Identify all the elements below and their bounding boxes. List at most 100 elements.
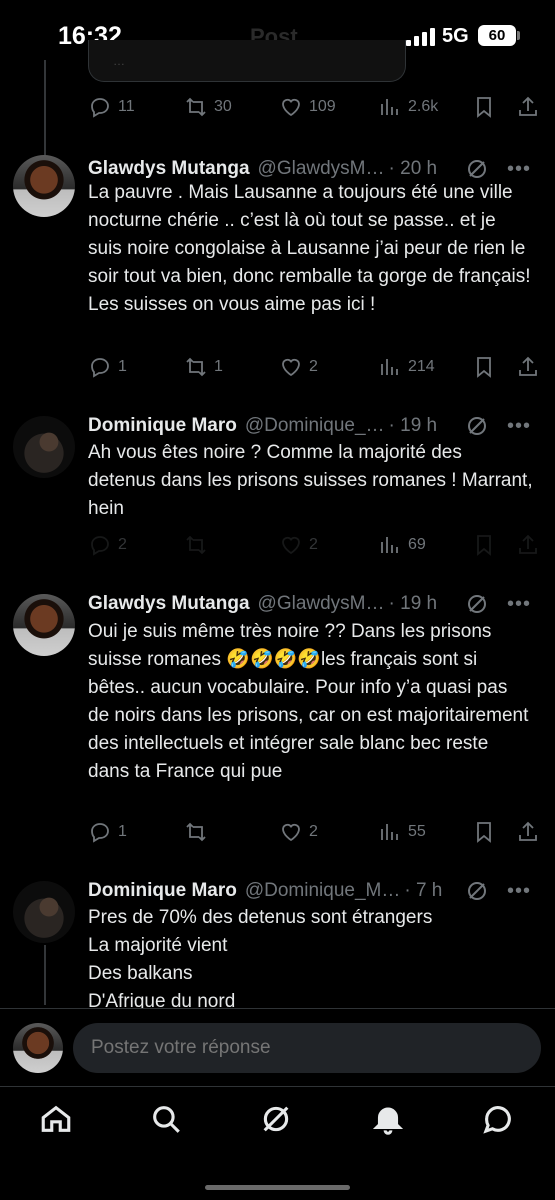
share-button[interactable] [516, 352, 540, 382]
battery-icon: 60 [478, 25, 516, 46]
reply-icon [91, 98, 109, 118]
more-icon[interactable]: ••• [507, 157, 531, 181]
views-icon [381, 824, 398, 840]
author-name[interactable]: Dominique Maro [88, 880, 237, 902]
repost-button[interactable]: 30 [184, 92, 232, 122]
avatar[interactable] [13, 881, 75, 943]
repost-count: 30 [214, 98, 232, 115]
nav-notifications[interactable] [368, 1099, 408, 1139]
share-button[interactable] [516, 817, 540, 847]
repost-button[interactable] [184, 530, 208, 560]
thread-line [44, 945, 46, 1005]
bookmark-button[interactable] [472, 352, 496, 382]
like-count: 2 [309, 536, 318, 553]
repost-icon [186, 357, 206, 377]
reply-button[interactable]: 1 [88, 817, 127, 847]
reply-count: 2 [118, 536, 127, 553]
tweet-actions: 2 2 69 [88, 530, 543, 560]
search-icon [153, 1106, 180, 1133]
reply-bar [0, 1008, 555, 1086]
bookmark-button[interactable] [472, 530, 496, 560]
post-time: · 19 h [388, 593, 438, 614]
nav-home[interactable] [36, 1099, 76, 1139]
heart-icon [282, 823, 300, 842]
tweet-actions: 1 1 2 214 [88, 352, 543, 382]
post-time: · 7 h [404, 880, 443, 901]
like-count: 109 [309, 98, 336, 115]
views-button[interactable]: 69 [378, 530, 426, 560]
author-name[interactable]: Glawdys Mutanga [88, 158, 250, 180]
more-icon[interactable]: ••• [507, 414, 531, 438]
heart-icon [282, 98, 300, 117]
views-icon [381, 359, 398, 375]
nav-messages[interactable] [478, 1099, 518, 1139]
previous-post-actions: 11 30 109 2.6k [88, 92, 543, 122]
views-button[interactable]: 55 [378, 817, 426, 847]
like-button[interactable]: 2 [279, 352, 318, 382]
repost-icon [186, 822, 206, 842]
tweet-header: Glawdys Mutanga @GlawdysM… · 19 h ••• [88, 590, 543, 618]
nav-grok[interactable] [256, 1099, 296, 1139]
heart-icon [282, 358, 300, 377]
like-button[interactable]: 2 [279, 530, 318, 560]
reply-button[interactable]: 1 [88, 352, 127, 382]
signal-icon [406, 28, 436, 46]
like-button[interactable]: 109 [279, 92, 336, 122]
author-name[interactable]: Glawdys Mutanga [88, 593, 250, 615]
reply-count: 1 [118, 823, 127, 840]
grok-icon [263, 1106, 289, 1132]
repost-button[interactable] [184, 817, 208, 847]
tweet-header: Dominique Maro @Dominique_M… · 7 h ••• [88, 877, 543, 905]
share-icon [519, 96, 537, 116]
views-button[interactable]: 214 [378, 352, 435, 382]
heart-icon [282, 536, 300, 555]
share-button[interactable] [516, 92, 540, 122]
share-button[interactable] [516, 530, 540, 560]
nav-search[interactable] [146, 1099, 186, 1139]
home-icon [41, 1105, 71, 1132]
more-icon[interactable]: ••• [507, 592, 531, 616]
tweet-header: Dominique Maro @Dominique_… · 19 h ••• [88, 412, 543, 440]
views-count: 214 [408, 358, 435, 375]
messages-icon [483, 1106, 511, 1134]
bookmark-button[interactable] [472, 92, 496, 122]
views-icon [381, 537, 398, 553]
avatar[interactable] [13, 594, 75, 656]
grok-icon[interactable] [465, 157, 489, 181]
post-time: · 19 h [388, 415, 438, 436]
grok-icon[interactable] [465, 414, 489, 438]
author-handle[interactable]: @GlawdysM… [258, 593, 385, 615]
more-icon[interactable]: ••• [507, 879, 531, 903]
bottom-nav [0, 1086, 555, 1200]
views-button[interactable]: 2.6k [378, 92, 438, 122]
like-count: 2 [309, 358, 318, 375]
share-icon [519, 356, 537, 376]
like-count: 2 [309, 823, 318, 840]
avatar[interactable] [13, 1023, 63, 1073]
repost-icon [186, 535, 206, 555]
reply-count: 11 [118, 98, 135, 115]
notifications-icon [372, 1107, 404, 1135]
avatar[interactable] [13, 155, 75, 217]
grok-icon[interactable] [465, 592, 489, 616]
like-button[interactable]: 2 [279, 817, 318, 847]
reply-button[interactable]: 11 [88, 92, 135, 122]
reply-icon [91, 823, 109, 843]
bookmark-icon [477, 535, 491, 556]
reply-count: 1 [118, 358, 127, 375]
repost-button[interactable]: 1 [184, 352, 223, 382]
views-icon [381, 99, 398, 115]
author-handle[interactable]: @Dominique_M… [245, 880, 401, 902]
grok-icon[interactable] [465, 879, 489, 903]
reply-button[interactable]: 2 [88, 530, 127, 560]
bookmark-button[interactable] [472, 817, 496, 847]
avatar[interactable] [13, 416, 75, 478]
previous-post-media-card[interactable]: … [88, 40, 406, 82]
post-time: · 20 h [388, 158, 438, 179]
author-name[interactable]: Dominique Maro [88, 415, 237, 437]
reply-input[interactable] [73, 1023, 541, 1073]
views-count: 2.6k [408, 98, 439, 115]
author-handle[interactable]: @Dominique_… [245, 415, 385, 437]
author-handle[interactable]: @GlawdysM… [258, 158, 385, 180]
tweet-text: Pres de 70% des detenus sont étrangers L… [88, 907, 433, 1012]
